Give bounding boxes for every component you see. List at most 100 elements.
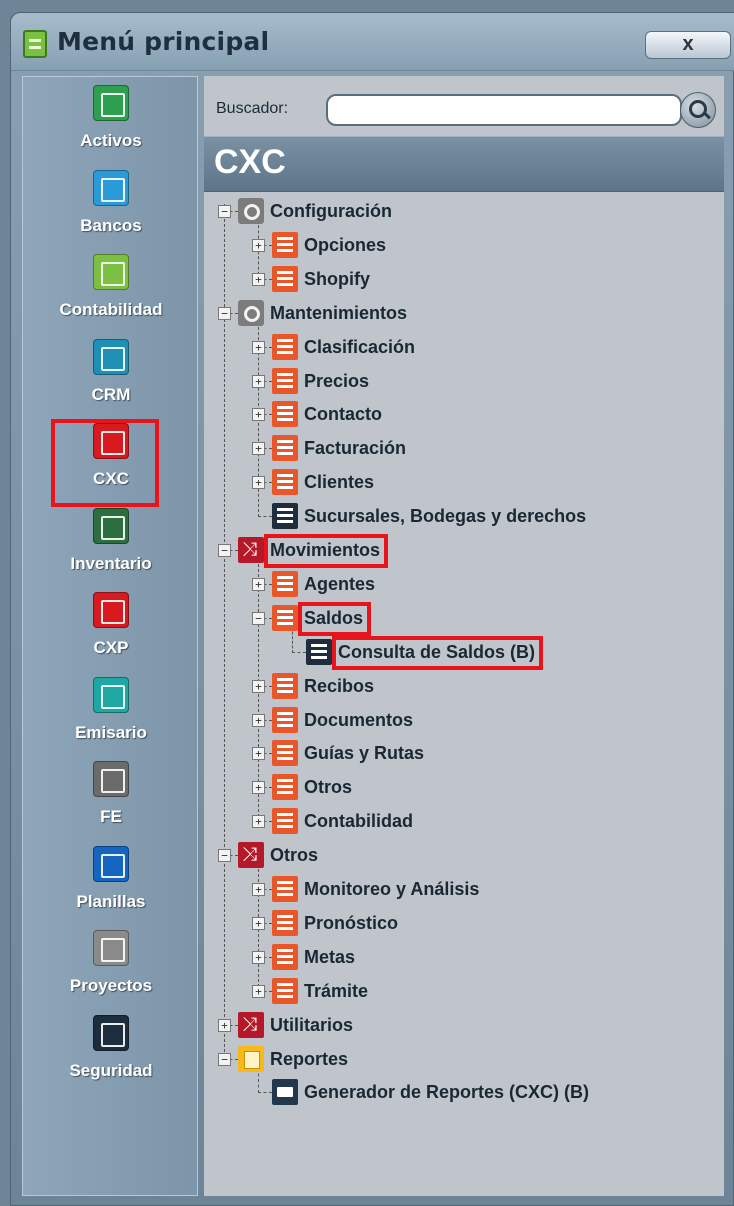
tree-node-label[interactable]: Otros	[304, 777, 352, 798]
tree-node-label[interactable]: Mantenimientos	[270, 303, 407, 324]
expand-icon[interactable]: +	[252, 272, 265, 286]
tree-node[interactable]: − Saldos	[204, 603, 724, 633]
expand-icon[interactable]: +	[252, 340, 265, 354]
tree-node[interactable]: + Documentos	[204, 705, 724, 735]
module-seguridad[interactable]: Seguridad	[23, 1014, 199, 1091]
tree-node[interactable]: − Configuración	[204, 196, 724, 226]
tree-node-label[interactable]: Contabilidad	[304, 811, 413, 832]
document-icon	[306, 638, 332, 665]
module-fe[interactable]: FE	[23, 761, 199, 837]
tree-node-label[interactable]: Pronóstico	[304, 913, 398, 934]
tree-node-label[interactable]: Guías y Rutas	[304, 743, 424, 764]
tree-node-label[interactable]: Reportes	[270, 1049, 348, 1070]
tools-icon	[93, 761, 129, 797]
expand-icon[interactable]: +	[252, 476, 265, 490]
module-proyectos[interactable]: Proyectos	[23, 930, 199, 1006]
tree-node[interactable]: + Opciones	[204, 230, 724, 260]
collapse-icon[interactable]: −	[252, 611, 265, 625]
expand-icon[interactable]: +	[252, 747, 265, 761]
expand-icon[interactable]: +	[252, 577, 265, 591]
module-contabilidad[interactable]: Contabilidad	[23, 254, 199, 330]
tree-node-label[interactable]: Agentes	[304, 574, 375, 595]
tree-node[interactable]: + Contabilidad	[204, 806, 724, 836]
tree-node[interactable]: Sucursales, Bodegas y derechos	[204, 501, 724, 531]
expand-icon[interactable]: +	[252, 238, 265, 252]
collapse-icon[interactable]: −	[218, 1052, 231, 1066]
tree-connector	[258, 1092, 272, 1094]
expand-icon[interactable]: +	[252, 374, 265, 388]
expand-icon[interactable]: +	[252, 916, 265, 930]
list-icon	[272, 265, 298, 292]
tree-node[interactable]: + Facturación	[204, 433, 724, 463]
module-crm[interactable]: CRM	[23, 338, 199, 415]
tree-node[interactable]: + Guías y Rutas	[204, 738, 724, 768]
expand-icon[interactable]: +	[252, 815, 265, 829]
module-planillas[interactable]: Planillas	[23, 845, 199, 922]
expand-icon[interactable]: +	[252, 679, 265, 693]
tree-node-label[interactable]: Generador de Reportes (CXC) (B)	[304, 1082, 589, 1103]
tree-node[interactable]: − Otros	[204, 840, 724, 870]
collapse-icon[interactable]: −	[218, 205, 231, 218]
module-label: Activos	[80, 131, 142, 150]
tree-node[interactable]: + Otros	[204, 772, 724, 802]
expand-icon[interactable]: +	[252, 950, 265, 964]
expand-icon[interactable]: +	[252, 442, 265, 456]
module-bancos[interactable]: Bancos	[23, 169, 199, 246]
tree-node-label[interactable]: Clientes	[304, 472, 374, 493]
tree-node[interactable]: + Utilitarios	[204, 1010, 724, 1040]
tree-node[interactable]: + Monitoreo y Análisis	[204, 874, 724, 904]
module-label: Bancos	[80, 215, 142, 235]
expand-icon[interactable]: +	[252, 781, 265, 795]
search-icon[interactable]	[680, 92, 716, 128]
tree-node[interactable]: + Precios	[204, 366, 724, 396]
tree-node[interactable]: + Trámite	[204, 976, 724, 1006]
tree-node-label[interactable]: Sucursales, Bodegas y derechos	[304, 506, 586, 527]
list-icon	[272, 333, 298, 360]
tree-node[interactable]: + Pronóstico	[204, 908, 724, 938]
tree-node-label[interactable]: Facturación	[304, 438, 406, 459]
tree-node-label[interactable]: Configuración	[270, 201, 392, 222]
expand-icon[interactable]: +	[218, 1018, 231, 1032]
tree-node-label[interactable]: Opciones	[304, 235, 386, 256]
menu-tree: − Configuración + Opciones + Shopify − Mantenim…	[204, 196, 724, 1196]
tree-node[interactable]: + Clasificación	[204, 332, 724, 362]
tree-node[interactable]: + Recibos	[204, 671, 724, 701]
module-emisario[interactable]: Emisario	[23, 676, 199, 753]
tree-node[interactable]: + Clientes	[204, 467, 724, 497]
tree-node[interactable]: + Shopify	[204, 264, 724, 294]
tree-node[interactable]: + Metas	[204, 942, 724, 972]
module-inventario[interactable]: Inventario	[23, 507, 199, 584]
collapse-icon[interactable]: −	[218, 849, 231, 863]
tree-node-label[interactable]: Utilitarios	[270, 1015, 353, 1036]
tree-node-label[interactable]: Metas	[304, 947, 355, 968]
tree-node[interactable]: + Contacto	[204, 399, 724, 429]
module-cxp[interactable]: CXP	[23, 592, 199, 668]
document-icon	[272, 503, 298, 530]
collapse-icon[interactable]: −	[218, 306, 231, 320]
tree-node-label[interactable]: Shopify	[304, 269, 370, 290]
expand-icon[interactable]: +	[252, 883, 265, 896]
tree-node-label[interactable]: Precios	[304, 371, 369, 392]
castle-icon	[93, 1014, 129, 1051]
tree-node-label[interactable]: Contacto	[304, 404, 382, 425]
tree-node-label[interactable]: Clasificación	[304, 337, 415, 358]
tree-node[interactable]: − Mantenimientos	[204, 298, 724, 328]
tree-node[interactable]: + Agentes	[204, 569, 724, 599]
search-input[interactable]	[326, 94, 682, 126]
tree-node-label[interactable]: Documentos	[304, 710, 413, 731]
tree-node-label[interactable]: Recibos	[304, 676, 374, 697]
collapse-icon[interactable]: −	[218, 544, 231, 557]
tree-node[interactable]: Generador de Reportes (CXC) (B)	[204, 1077, 724, 1107]
highlight-box	[332, 635, 543, 670]
module-label: Contabilidad	[59, 300, 163, 319]
expand-icon[interactable]: +	[252, 713, 265, 727]
expand-icon[interactable]: +	[252, 984, 265, 998]
expand-icon[interactable]: +	[252, 408, 265, 422]
tree-node-label[interactable]: Trámite	[304, 981, 368, 1002]
module-activos[interactable]: Activos	[23, 85, 199, 161]
close-button[interactable]: x	[645, 31, 731, 59]
tree-node[interactable]: − Reportes	[204, 1044, 724, 1074]
title-bar: Menú principal x	[11, 13, 734, 71]
tree-node-label[interactable]: Monitoreo y Análisis	[304, 879, 479, 900]
tree-node-label[interactable]: Otros	[270, 845, 318, 866]
